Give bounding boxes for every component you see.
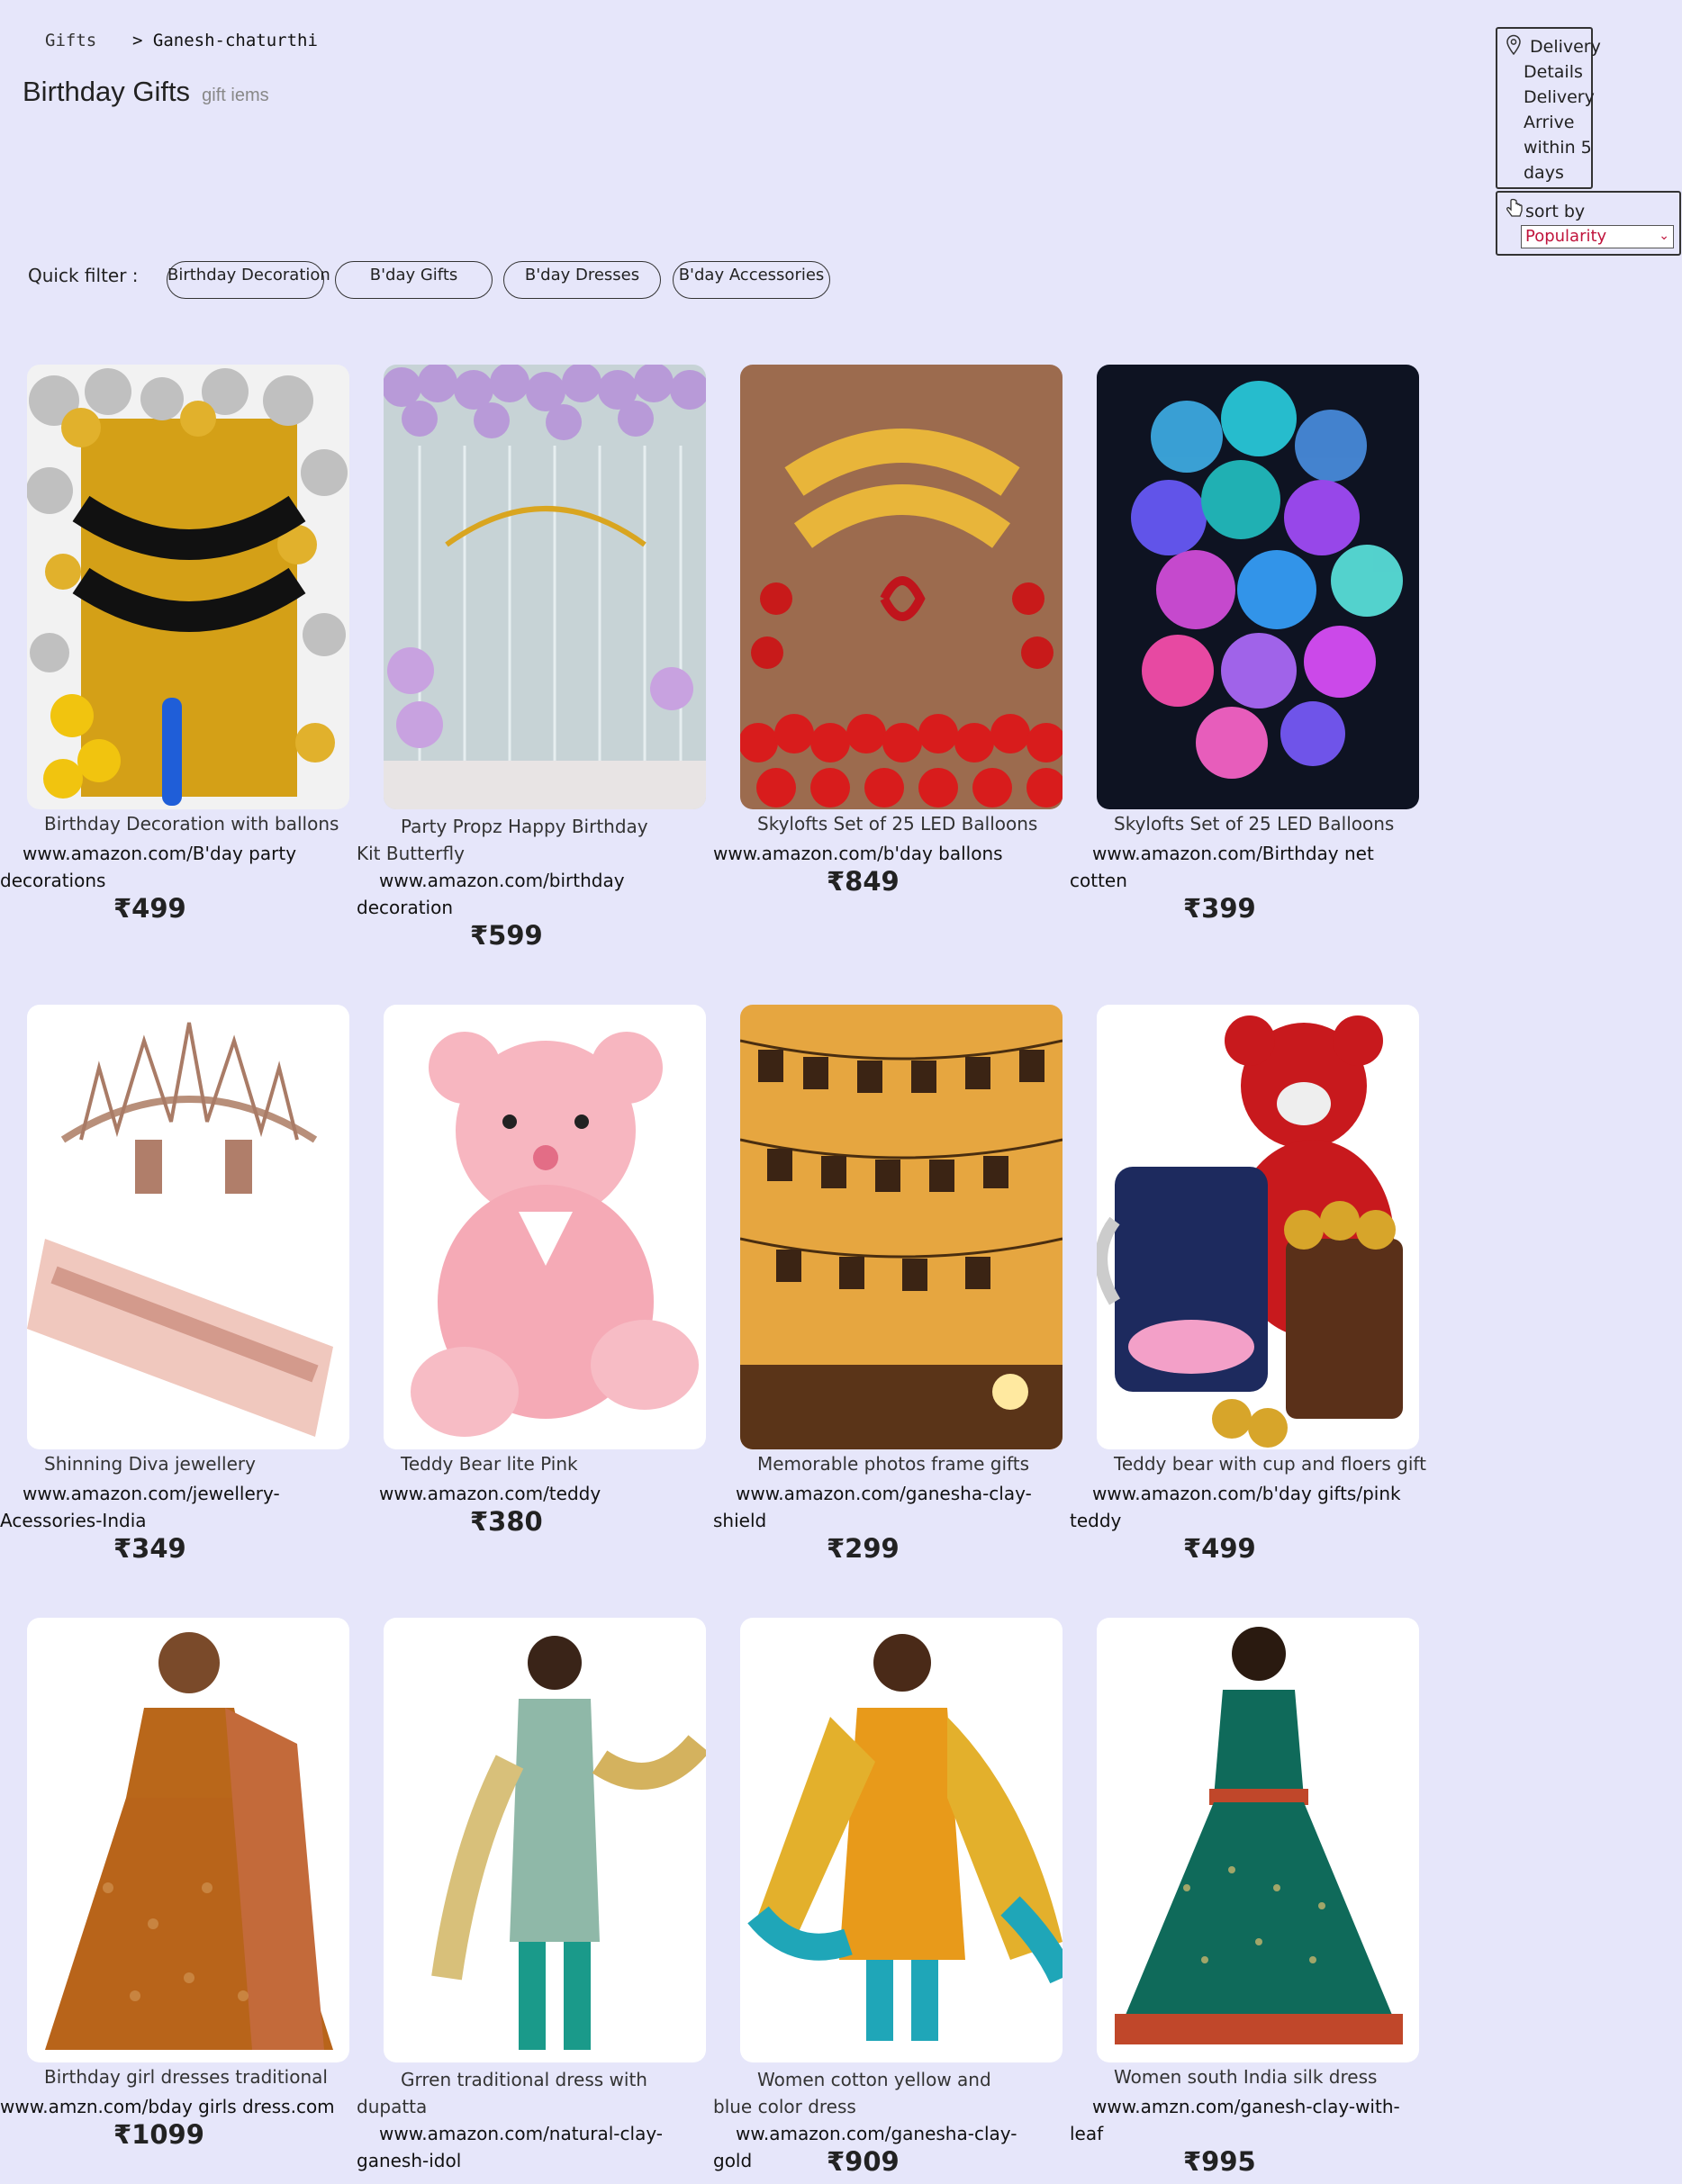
quick-filter-label: Quick filter : (28, 265, 139, 286)
product-name[interactable]: Party Propz Happy Birthday Kit Butterfly (357, 813, 663, 867)
product-image[interactable] (384, 365, 706, 809)
delivery-line: Delivery (1530, 37, 1601, 57)
product-name[interactable]: Teddy bear with cup and floers gift (1114, 1453, 1426, 1475)
breadcrumb-gifts-link[interactable]: Gifts (45, 31, 96, 50)
product-url[interactable]: www.amazon.com/Birthday net cotten (1070, 840, 1412, 894)
product-price: ₹299 (827, 1533, 900, 1564)
product-url[interactable]: www.amzn.com/ganesh-clay-with-leaf (1070, 2093, 1412, 2147)
location-pin-icon (1506, 34, 1521, 56)
product-name[interactable]: Women south India silk dress (1114, 2066, 1377, 2088)
product-image[interactable] (384, 1005, 706, 1449)
product-price: ₹499 (113, 893, 186, 924)
product-url[interactable]: www.amazon.com/ganesha-clay-shield (713, 1480, 1055, 1534)
product-url[interactable]: www.amazon.com/B'day party decorations (0, 840, 342, 894)
product-image[interactable] (384, 1618, 706, 2062)
sort-select[interactable]: Popularity ⌄ (1521, 225, 1674, 248)
delivery-line: days (1524, 163, 1564, 183)
product-name[interactable]: Birthday girl dresses traditional (44, 2066, 328, 2088)
filter-chip-bday-gifts[interactable]: B'day Gifts (335, 261, 493, 299)
product-image[interactable] (1097, 365, 1419, 809)
delivery-line: Details (1524, 62, 1583, 82)
product-name[interactable]: Skylofts Set of 25 LED Balloons (1114, 813, 1394, 835)
product-price: ₹349 (113, 1533, 186, 1564)
page-title: Birthday Gifts gift iems (23, 76, 269, 108)
product-image[interactable] (740, 1005, 1063, 1449)
product-url[interactable]: www.amazon.com/b'day ballons (713, 840, 1055, 867)
breadcrumb-current[interactable]: > Ganesh-chaturthi (132, 31, 318, 50)
sort-selected-value: Popularity (1525, 227, 1607, 246)
product-name[interactable]: Grren traditional dress with dupatta (357, 2066, 663, 2120)
sort-box: sort by Popularity ⌄ (1496, 191, 1681, 256)
delivery-line: Arrive (1524, 113, 1575, 132)
product-image[interactable] (740, 1618, 1063, 2062)
product-name[interactable]: Women cotton yellow and blue color dress (713, 2066, 1019, 2120)
chevron-down-icon: ⌄ (1659, 229, 1669, 243)
product-url[interactable]: www.amazon.com/birthday decoration (357, 867, 699, 921)
page-title-text: Birthday Gifts (23, 76, 191, 107)
product-image[interactable] (27, 365, 349, 809)
page-subtitle: gift iems (202, 86, 269, 105)
product-url[interactable]: www.amazon.com/natural-clay-ganesh-idol (357, 2120, 699, 2174)
product-image[interactable] (27, 1005, 349, 1449)
product-image[interactable] (1097, 1618, 1419, 2062)
product-price: ₹1099 (113, 2119, 204, 2150)
delivery-line: Delivery (1524, 87, 1595, 107)
product-url[interactable]: www.amazon.com/b'day gifts/pink teddy (1070, 1480, 1412, 1534)
filter-chip-birthday-decoration[interactable]: Birthday Decoration (167, 261, 330, 299)
product-name[interactable]: Teddy Bear lite Pink (401, 1453, 578, 1475)
product-price: ₹599 (470, 920, 543, 951)
product-url[interactable]: www.amazon.com/jewellery-Acessories-Indi… (0, 1480, 342, 1534)
product-price: ₹909 (827, 2146, 900, 2177)
product-price: ₹849 (827, 866, 900, 897)
hand-pointer-icon (1506, 198, 1523, 217)
sort-label: sort by (1525, 202, 1586, 221)
product-price: ₹380 (470, 1506, 543, 1537)
product-name[interactable]: Shinning Diva jewellery (44, 1453, 256, 1475)
product-image[interactable] (740, 365, 1063, 809)
product-url[interactable]: www.amzn.com/bday girls dress.com (0, 2093, 342, 2120)
product-url[interactable]: www.amazon.com/teddy (357, 1480, 699, 1507)
delivery-details-box[interactable]: Delivery Details Delivery Arrive within … (1496, 27, 1601, 189)
product-name[interactable]: Skylofts Set of 25 LED Balloons (757, 813, 1037, 835)
product-image[interactable] (27, 1618, 349, 2062)
product-price: ₹995 (1183, 2146, 1256, 2177)
product-name[interactable]: Memorable photos frame gifts (757, 1453, 1029, 1475)
product-name[interactable]: Birthday Decoration with ballons (44, 813, 339, 835)
delivery-line: within 5 (1524, 138, 1592, 158)
filter-chip-bday-dresses[interactable]: B'day Dresses (503, 261, 661, 299)
product-image[interactable] (1097, 1005, 1419, 1449)
product-price: ₹499 (1183, 1533, 1256, 1564)
product-price: ₹399 (1183, 893, 1256, 924)
filter-chip-bday-accessories[interactable]: B'day Accessories (673, 261, 830, 299)
